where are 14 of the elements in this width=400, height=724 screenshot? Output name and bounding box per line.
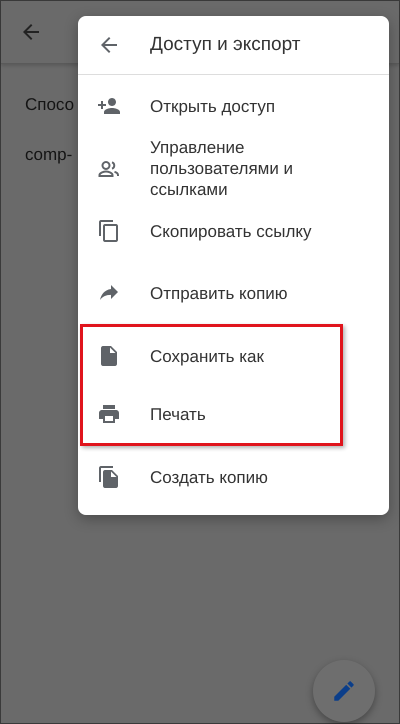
copy-icon xyxy=(97,219,121,243)
menu-item[interactable]: Скопировать ссылку xyxy=(78,200,389,262)
menu-item[interactable]: Управление пользователями и ссылками xyxy=(78,137,389,200)
menu-item[interactable]: Сохранить как xyxy=(83,327,340,385)
menu-item[interactable]: Открыть доступ xyxy=(78,75,389,137)
document-text: Спосо xyxy=(25,94,74,116)
document-text: comp- xyxy=(25,144,72,166)
menu-title: Доступ и экспорт xyxy=(150,34,300,56)
copy-document-icon xyxy=(97,465,121,489)
menu-item[interactable]: Печать xyxy=(83,385,340,443)
menu-item[interactable]: Создать копию xyxy=(78,446,389,508)
edit-button[interactable] xyxy=(313,660,375,722)
printer-icon xyxy=(97,402,121,426)
menu-item[interactable]: Отправить копию xyxy=(78,262,389,324)
